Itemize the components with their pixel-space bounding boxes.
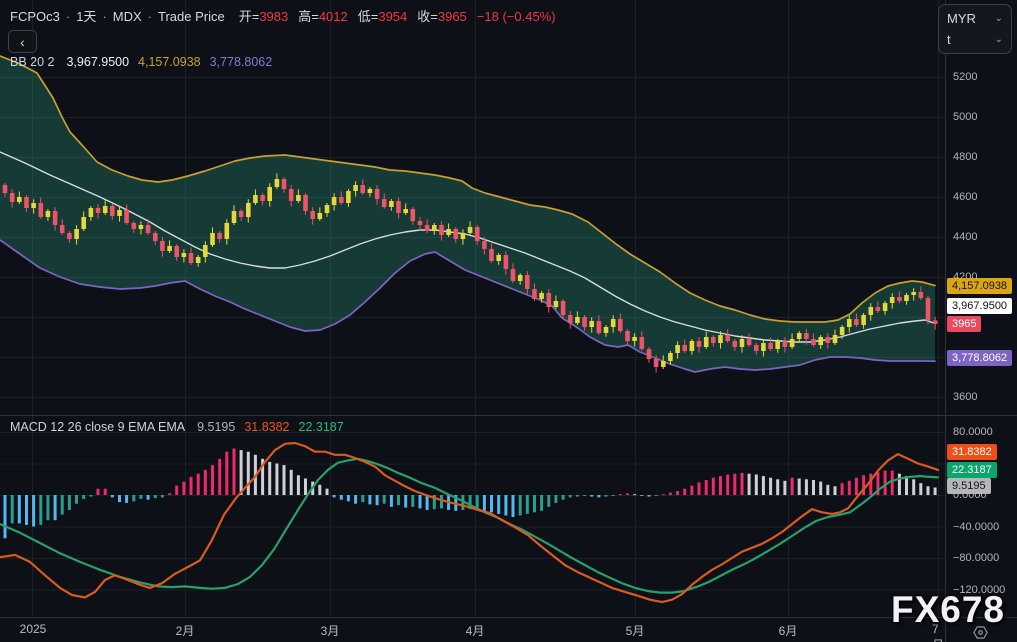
bb-lower-value: 3,778.8062 (210, 55, 273, 69)
high-label: 高= (298, 9, 319, 24)
watermark: FX678 (891, 589, 1005, 631)
currency-select[interactable]: MYR ⌄ (939, 11, 1011, 26)
price-tick-label: 4600 (953, 191, 977, 203)
bb-upper-price-badge: 4,157.0938 (947, 278, 1012, 294)
time-axis-label: 4月 (466, 622, 485, 639)
close-label: 收= (417, 9, 438, 24)
unit-select[interactable]: t ⌄ (939, 32, 1011, 47)
price-tick-label: 3600 (953, 391, 977, 403)
separator-dot: · (148, 9, 152, 24)
time-axis-label: 3月 (321, 622, 340, 639)
symbol-name[interactable]: FCPOc3 (10, 9, 60, 24)
time-axis-label: 2025 (20, 622, 47, 636)
macd-indicator-row[interactable]: MACD 12 26 close 9 EMA EMA 9.5195 31.8382 2… (10, 420, 344, 434)
chevron-down-icon: ⌄ (995, 34, 1003, 45)
macd-tick-label: 80.0000 (953, 426, 993, 438)
separator-dot: · (66, 9, 70, 24)
time-axis-label: 5月 (626, 622, 645, 639)
price-tick-label: 5000 (953, 111, 977, 123)
high-value: 4012 (319, 9, 348, 24)
symbol-header: FCPOc3·1天·MDX·Trade Price开=3983高=4012低=3… (10, 6, 556, 25)
last-price-badge: 3965 (947, 316, 981, 332)
bb-indicator-row[interactable]: BB 20 2 3,967.9500 4,157.0938 3,778.8062 (10, 55, 272, 69)
chevron-down-icon: ⌄ (995, 13, 1003, 24)
macd-signal-badge: 22.3187 (947, 462, 997, 478)
time-axis-label: 6月 (779, 622, 798, 639)
macd-signal-value: 22.3187 (299, 420, 344, 434)
price-chart-canvas[interactable] (0, 0, 1017, 642)
chevron-left-icon: ‹ (20, 34, 25, 50)
currency-value: MYR (947, 11, 976, 26)
open-value: 3983 (259, 9, 288, 24)
interval-label[interactable]: 1天 (76, 9, 96, 24)
macd-hist-value: 9.5195 (197, 420, 235, 434)
price-tick-label: 4800 (953, 151, 977, 163)
open-label: 开= (239, 9, 260, 24)
macd-tick-label: −80.0000 (953, 552, 999, 564)
time-axis[interactable]: 20252月3月4月5月6月7月 (0, 617, 946, 642)
back-button[interactable]: ‹ (8, 30, 37, 53)
price-tick-label: 5200 (953, 71, 977, 83)
macd-line-value: 31.8382 (244, 420, 289, 434)
currency-unit-panel: MYR ⌄ t ⌄ (938, 4, 1012, 54)
separator-dot: · (102, 9, 106, 24)
low-label: 低= (358, 9, 379, 24)
time-axis-label: 2月 (176, 622, 195, 639)
bb-basis-price-badge: 3,967.9500 (947, 298, 1012, 314)
series-type-label: Trade Price (158, 9, 225, 24)
price-tick-label: 4400 (953, 231, 977, 243)
close-value: 3965 (438, 9, 467, 24)
bb-upper-value: 4,157.0938 (138, 55, 201, 69)
macd-title: MACD 12 26 close 9 EMA EMA (10, 420, 185, 434)
chart-window: FCPOc3·1天·MDX·Trade Price开=3983高=4012低=3… (0, 0, 1017, 642)
low-value: 3954 (378, 9, 407, 24)
change-value: −18 (−0.45%) (477, 9, 556, 24)
bb-title: BB 20 2 (10, 55, 54, 69)
macd-line-badge: 31.8382 (947, 444, 997, 460)
macd-tick-label: −40.0000 (953, 521, 999, 533)
unit-value: t (947, 32, 951, 47)
bb-lower-price-badge: 3,778.8062 (947, 350, 1012, 366)
bb-basis-value: 3,967.9500 (66, 55, 129, 69)
macd-hist-badge: 9.5195 (947, 478, 991, 494)
exchange-label: MDX (113, 9, 142, 24)
